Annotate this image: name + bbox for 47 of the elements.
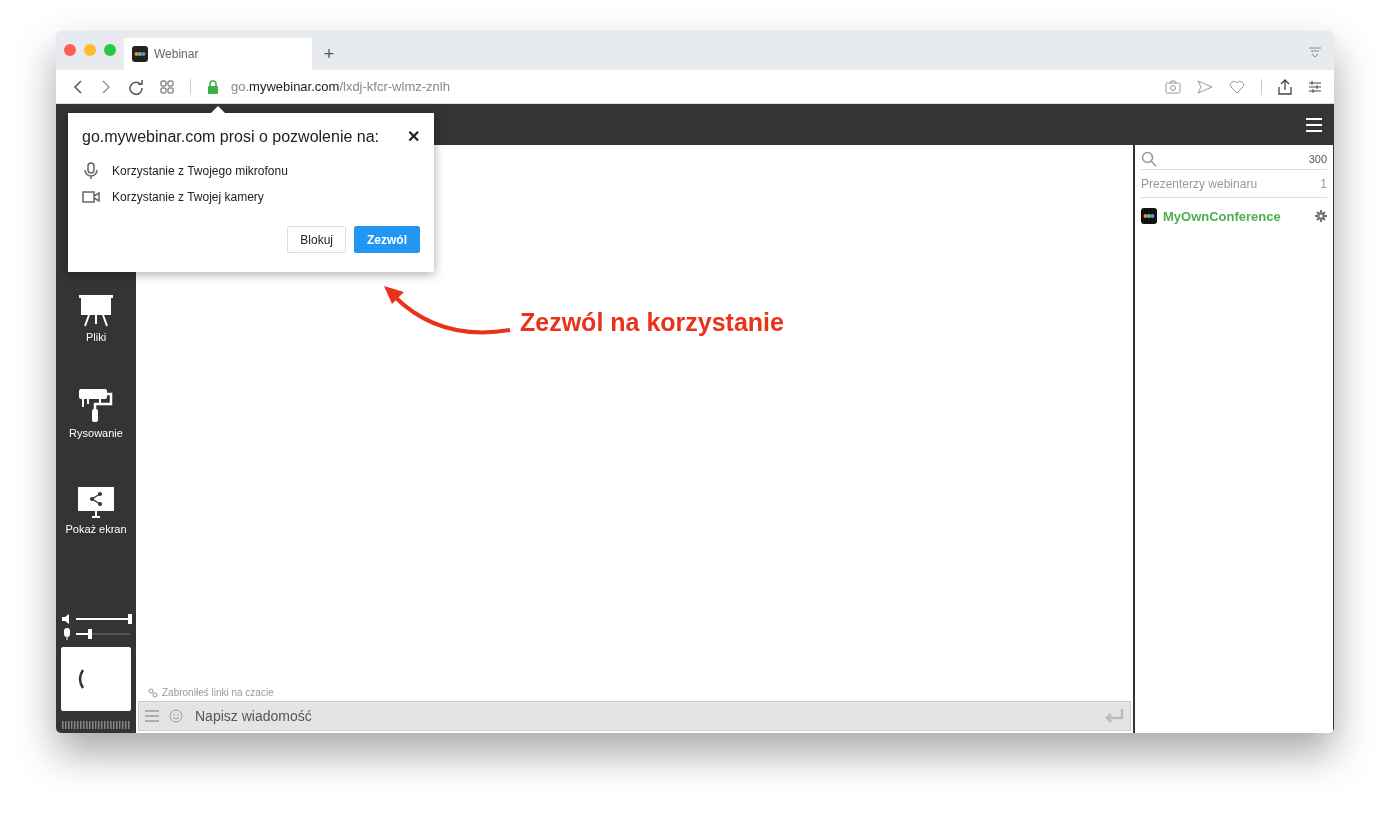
send-icon[interactable] xyxy=(1197,79,1213,94)
enter-icon[interactable] xyxy=(1104,708,1124,724)
annotation-text: Zezwól na korzystanie xyxy=(520,308,784,337)
lock-icon xyxy=(207,79,219,94)
permission-label: Korzystanie z Twojej kamery xyxy=(112,190,264,204)
close-window-button[interactable] xyxy=(64,44,76,56)
popup-title: go.mywebinar.com prosi o pozwolenie na: xyxy=(82,127,380,146)
microphone-icon xyxy=(82,162,100,180)
forward-icon[interactable] xyxy=(100,78,112,95)
video-camera-icon xyxy=(82,190,100,204)
chat-notice: Zabroniłeś linki na czacie xyxy=(162,687,274,698)
app-logo-icon xyxy=(132,46,148,62)
block-button[interactable]: Blokuj xyxy=(287,226,346,253)
tab-list-icon[interactable] xyxy=(1308,47,1322,59)
message-input-field[interactable]: Napisz wiadomość xyxy=(193,707,1094,725)
link-icon xyxy=(148,687,158,698)
app-logo-icon xyxy=(1141,208,1157,224)
chat-input-bar[interactable]: Napisz wiadomość xyxy=(138,701,1131,731)
section-title: Prezenterzy webinaru xyxy=(1141,176,1258,191)
minimize-window-button[interactable] xyxy=(84,44,96,56)
participant-count: 300 xyxy=(1308,153,1327,165)
reload-icon[interactable] xyxy=(128,78,144,95)
section-count: 1 xyxy=(1320,176,1327,191)
grid-icon[interactable] xyxy=(160,79,174,94)
permission-label: Korzystanie z Twojego mikrofonu xyxy=(112,164,288,178)
easel-icon xyxy=(79,293,113,327)
sidebar-item[interactable]: Pliki xyxy=(79,287,113,343)
audio-level-meter xyxy=(62,721,130,729)
browser-tab[interactable]: Webinar xyxy=(124,38,312,70)
emoji-icon[interactable] xyxy=(169,709,183,723)
back-icon[interactable] xyxy=(72,78,84,95)
screen-share-icon xyxy=(78,487,114,519)
speaker-icon xyxy=(62,613,72,624)
settings-icon[interactable] xyxy=(1315,210,1327,222)
microphone-icon xyxy=(62,627,72,640)
close-button[interactable]: ✕ xyxy=(407,127,420,146)
camera-icon[interactable] xyxy=(1165,79,1181,94)
share-icon[interactable] xyxy=(1278,78,1292,95)
paint-roller-icon xyxy=(79,387,113,423)
sidebar-item[interactable]: Pokaż ekran xyxy=(65,479,127,535)
maximize-window-button[interactable] xyxy=(104,44,116,56)
new-tab-button[interactable]: + xyxy=(314,38,344,70)
heart-icon[interactable] xyxy=(1229,79,1245,94)
address-field[interactable]: go.mywebinar.com/lxdj-kfcr-wlmz-znlh xyxy=(231,79,450,94)
search-icon[interactable] xyxy=(1141,151,1157,167)
sidebar-item[interactable]: Rysowanie xyxy=(69,383,123,439)
settings-icon[interactable] xyxy=(1308,79,1322,94)
